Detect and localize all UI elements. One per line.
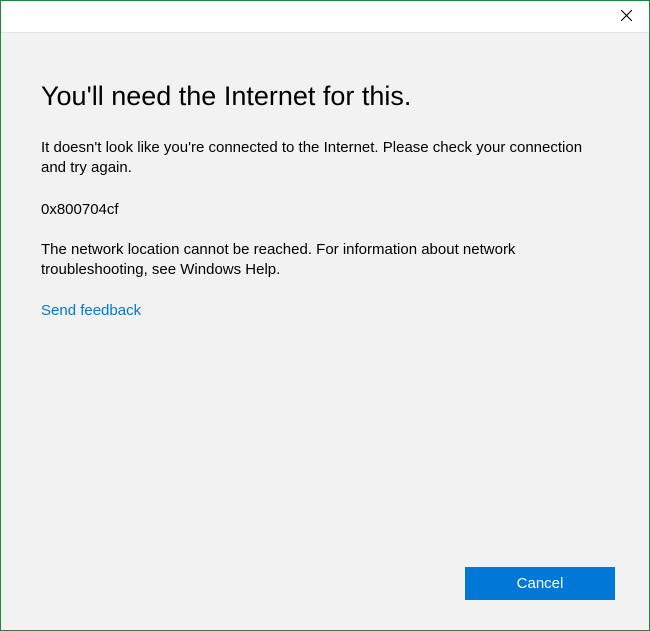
titlebar [1, 1, 649, 33]
dialog-content: You'll need the Internet for this. It do… [1, 33, 649, 567]
close-icon [621, 8, 632, 26]
error-dialog-window: You'll need the Internet for this. It do… [0, 0, 650, 631]
dialog-heading: You'll need the Internet for this. [41, 81, 609, 112]
error-code: 0x800704cf [41, 201, 609, 218]
dialog-footer: Cancel [1, 567, 649, 630]
close-button[interactable] [603, 1, 649, 32]
error-details: The network location cannot be reached. … [41, 240, 609, 281]
cancel-button[interactable]: Cancel [465, 567, 615, 600]
send-feedback-link[interactable]: Send feedback [41, 302, 141, 319]
dialog-message: It doesn't look like you're connected to… [41, 138, 609, 179]
